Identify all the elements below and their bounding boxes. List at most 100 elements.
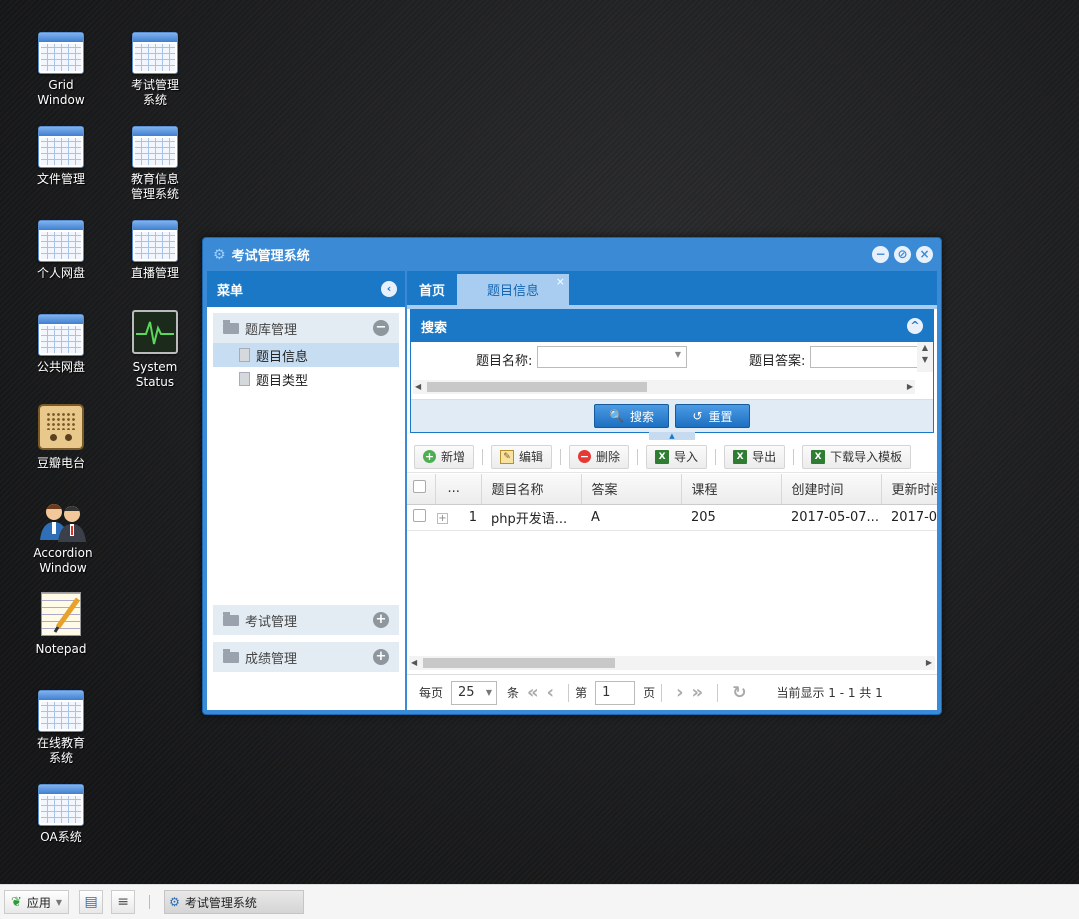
prev-page-icon[interactable]: ‹	[547, 682, 554, 703]
collapse-minus-icon[interactable]: −	[373, 320, 389, 336]
menu-item-label: 题目信息	[256, 349, 309, 365]
collapse-up-icon[interactable]: ^	[907, 318, 923, 334]
taskbar-item-exam-system[interactable]: ⚙ 考试管理系统	[164, 890, 305, 914]
close-icon[interactable]: ×	[916, 246, 933, 263]
select-all-checkbox[interactable]	[413, 480, 426, 494]
scroll-right-icon[interactable]: ▶	[907, 380, 913, 394]
desktop-icon-exam-system[interactable]: 考试管理 系统	[115, 32, 195, 108]
start-menu-button[interactable]: ❦ 应用 ▼	[4, 890, 70, 914]
desktop-icon-label: Accordion Window	[33, 546, 93, 575]
desktop-icon-notepad[interactable]: Notepad	[21, 592, 101, 657]
question-name-select[interactable]	[537, 346, 687, 368]
reset-button[interactable]: ↺ 重置	[675, 404, 750, 428]
desktop-icon-public-disk[interactable]: 公共网盘	[21, 314, 101, 375]
tab-question-info[interactable]: 题目信息 ×	[457, 274, 570, 305]
cell-answer: A	[581, 504, 681, 531]
add-button[interactable]: + 新增	[414, 444, 475, 469]
tab-close-icon[interactable]: ×	[556, 275, 565, 288]
tab-home[interactable]: 首页	[407, 274, 457, 305]
page-prefix: 第	[575, 686, 588, 700]
page-number-input[interactable]: 1	[595, 680, 636, 705]
menu-group-score-manage[interactable]: 成绩管理 +	[213, 642, 399, 672]
radio-icon	[38, 404, 84, 450]
folder-icon	[223, 611, 239, 626]
column-header-updated[interactable]: 更新时间	[881, 474, 937, 505]
download-template-button[interactable]: X 下载导入模板	[802, 444, 912, 469]
edit-icon: ✎	[500, 449, 515, 464]
cell-updated: 2017-05	[881, 504, 937, 531]
last-page-icon[interactable]: »	[692, 682, 704, 703]
show-desktop-icon[interactable]: ▤	[79, 890, 104, 914]
grid-horizontal-scrollbar[interactable]: ◀ ▶	[409, 656, 935, 670]
menu-item-question-info[interactable]: 题目信息	[213, 343, 399, 367]
menu-header: 菜单 ‹	[207, 271, 405, 307]
desktop-icon-live-manage[interactable]: 直播管理	[115, 220, 195, 281]
column-header-created[interactable]: 创建时间	[781, 474, 882, 505]
desktop-icon-edu-info[interactable]: 教育信息 管理系统	[115, 126, 195, 202]
refresh-icon[interactable]: ↻	[732, 683, 746, 703]
question-answer-input[interactable]	[810, 346, 922, 368]
desktop-icon-label: 豆瓣电台	[36, 456, 85, 470]
menu-group-question-bank[interactable]: 题库管理 −	[213, 313, 399, 343]
menu-group-exam-manage[interactable]: 考试管理 +	[213, 605, 399, 635]
maximize-icon[interactable]: ⊘	[894, 246, 911, 263]
scroll-thumb[interactable]	[427, 382, 647, 392]
column-header-answer[interactable]: 答案	[581, 474, 682, 505]
expand-plus-icon[interactable]: +	[373, 649, 389, 665]
toolbar-separator	[560, 448, 562, 465]
grid-window-icon	[38, 220, 84, 262]
row-checkbox[interactable]	[413, 508, 426, 522]
menu-item-question-type[interactable]: 题目类型	[213, 367, 399, 391]
desktop-icon-system-status[interactable]: System Status	[115, 310, 195, 390]
cell-created: 2017-05-07...	[781, 504, 881, 531]
select-all-cell[interactable]	[407, 474, 436, 505]
desktop-icon-accordion-window[interactable]: Accordion Window	[23, 500, 103, 576]
scroll-left-icon[interactable]: ◀	[411, 656, 417, 670]
list-view-icon[interactable]: ≡	[111, 890, 136, 914]
expand-row-icon[interactable]: +	[437, 512, 448, 524]
scroll-left-icon[interactable]: ◀	[415, 380, 421, 394]
minimize-icon[interactable]: −	[872, 246, 889, 263]
table-row[interactable]: + 1 php开发语... A 205 2017-05-07... 2017-0…	[407, 504, 937, 531]
exam-system-window: ⚙ 考试管理系统 − ⊘ × 菜单 ‹ 题库管理 − 题目信息 题目类型 考试管…	[202, 237, 942, 715]
first-page-icon[interactable]: «	[527, 682, 539, 703]
row-select-cell[interactable]	[407, 504, 435, 531]
sidebar-menu: 菜单 ‹ 题库管理 − 题目信息 题目类型 考试管理 + 成绩管理 +	[207, 271, 407, 710]
next-page-icon[interactable]: ›	[676, 682, 683, 703]
delete-button[interactable]: − 删除	[569, 444, 630, 469]
window-titlebar[interactable]: ⚙ 考试管理系统	[203, 238, 941, 271]
desktop-icon-file-manager[interactable]: 文件管理	[21, 126, 101, 187]
pager-separator	[568, 683, 570, 702]
scroll-right-icon[interactable]: ▶	[926, 656, 932, 670]
page-size-select[interactable]: 25	[451, 680, 498, 705]
export-button[interactable]: X 导出	[724, 444, 786, 469]
expand-plus-icon[interactable]: +	[373, 612, 389, 628]
desktop-icon-label: 公共网盘	[36, 360, 85, 374]
add-label: 新增	[441, 450, 466, 464]
grid-window-icon	[38, 314, 84, 356]
desktop-icon-grid-window[interactable]: Grid Window	[21, 32, 101, 108]
column-header-course[interactable]: 课程	[681, 474, 782, 505]
desktop-icon-personal-disk[interactable]: 个人网盘	[21, 220, 101, 281]
scroll-thumb[interactable]	[423, 658, 615, 668]
column-header-name[interactable]: 题目名称	[481, 474, 582, 505]
edit-button[interactable]: ✎ 编辑	[491, 444, 553, 469]
import-button[interactable]: X 导入	[646, 444, 708, 469]
grid-window-icon	[132, 126, 178, 168]
desktop-icon-douban-radio[interactable]: 豆瓣电台	[21, 404, 101, 471]
add-icon: +	[423, 450, 436, 463]
pager-separator	[661, 683, 663, 702]
page-size-value: 25	[458, 684, 475, 700]
search-button-bar: 🔍 搜索 ↺ 重置	[411, 400, 933, 432]
search-button[interactable]: 🔍 搜索	[594, 404, 669, 428]
desktop-icon-online-edu[interactable]: 在线教育 系统	[21, 690, 101, 766]
panel-collapse-handle[interactable]: ▲	[407, 432, 937, 441]
desktop-icon-oa-system[interactable]: OA系统	[21, 784, 101, 845]
form-vertical-scrollbar[interactable]: ▲ ▼	[917, 342, 933, 372]
cell-course: 205	[681, 504, 781, 531]
collapse-left-icon[interactable]: ‹	[381, 281, 397, 297]
form-horizontal-scrollbar[interactable]: ◀ ▶	[413, 380, 915, 394]
column-header-rownum[interactable]: ...	[435, 474, 482, 505]
row-expand-cell[interactable]: +	[435, 504, 455, 531]
page-size-unit: 条	[507, 686, 520, 700]
